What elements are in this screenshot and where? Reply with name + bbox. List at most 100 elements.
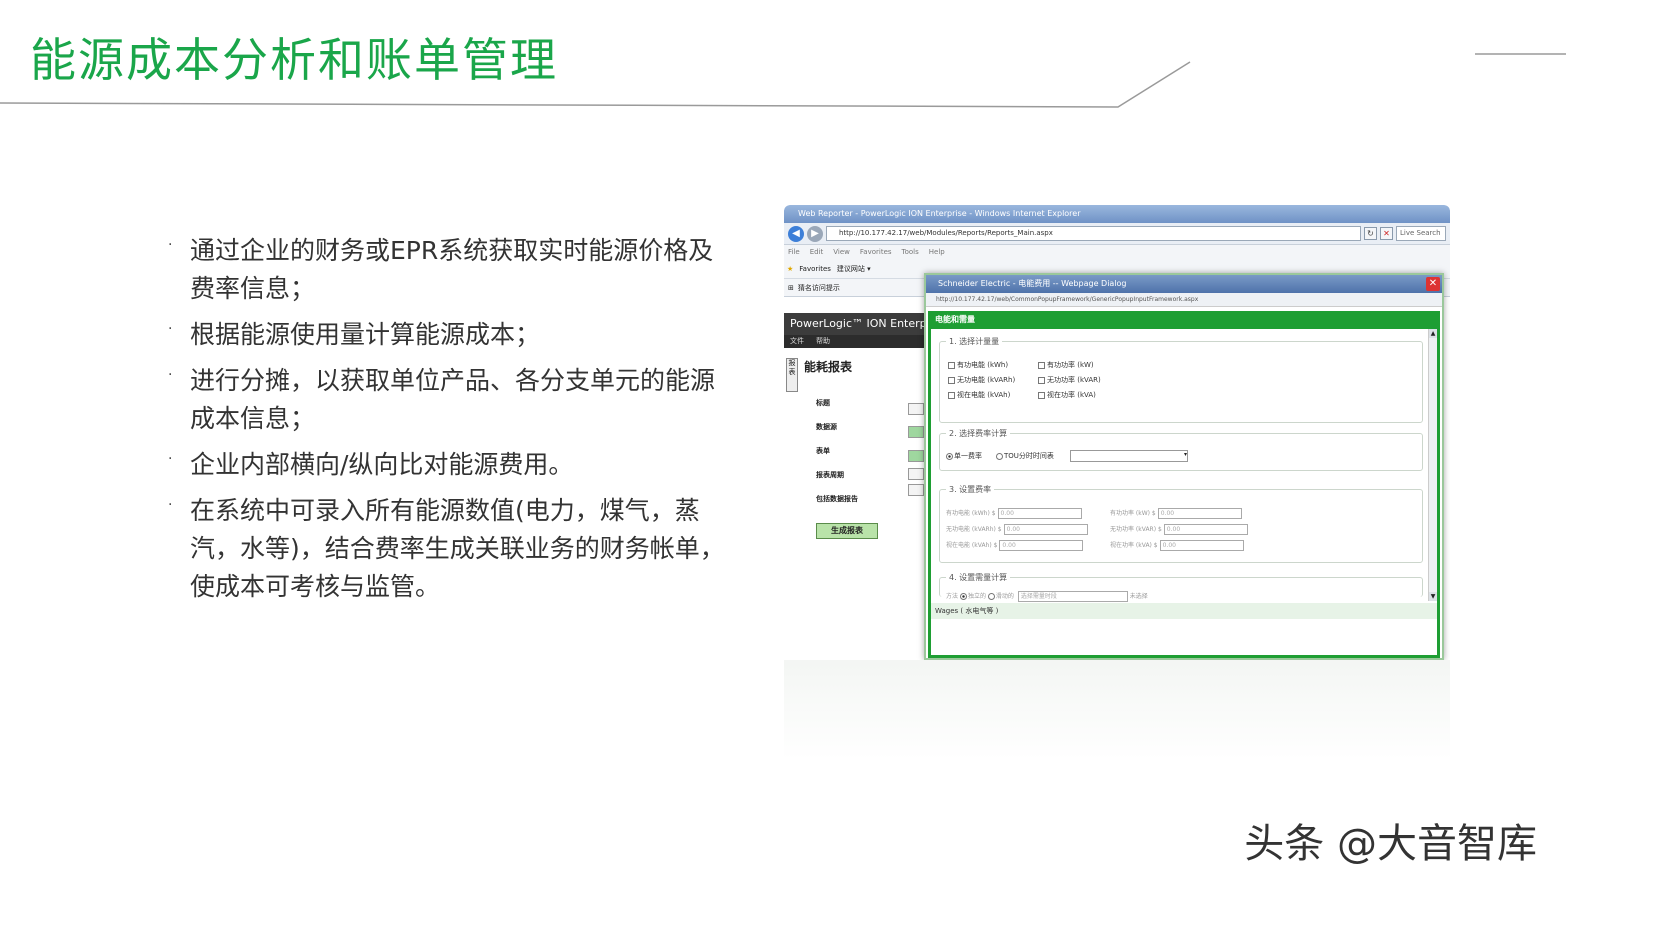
favorites-button[interactable]: Favorites (799, 265, 831, 273)
dialog-url: http://10.177.42.17/web/CommonPopupFrame… (926, 293, 1442, 307)
bullet-item: · 在系统中可录入所有能源数值(电力，煤气，蒸汽，水等)，结合费率生成关联业务的财… (168, 492, 728, 606)
section-title: 3. 设置费率 (946, 484, 995, 495)
rate-row: 有功电能 (kWh) $0.00 (946, 508, 1082, 519)
field-control[interactable] (908, 426, 924, 438)
radio-single-rate[interactable]: 单一费率 (946, 451, 982, 461)
section-measurement: 1. 选择计量量 有功电能 (kWh) 无功电能 (kVARh) 视在电能 (k… (939, 336, 1423, 423)
rate-row: 无功电能 (kVARh) $0.00 (946, 524, 1088, 535)
dialog-title: Schneider Electric - 电能费用 -- Webpage Dia… (938, 279, 1127, 288)
app-menu-help[interactable]: 帮助 (816, 335, 830, 348)
star-icon[interactable]: ★ (787, 265, 793, 273)
section-title: 2. 选择费率计算 (946, 428, 1011, 439)
radio-sliding[interactable] (987, 593, 995, 600)
app-banner: PowerLogic™ ION Enterprise (784, 313, 929, 335)
radio-independent[interactable] (959, 593, 967, 600)
section-title: 1. 选择计量量 (946, 336, 1003, 347)
field-label: 报表周期 (816, 471, 844, 479)
field-label: 标题 (816, 399, 830, 407)
dialog-header: 电能和需量 (931, 311, 1437, 329)
report-title: 能耗报表 (804, 360, 853, 374)
rate-row: 无功功率 (kVAR) $0.00 (1110, 524, 1248, 535)
vertical-tab[interactable]: 报表 (786, 358, 798, 392)
rate-input[interactable]: 0.00 (1003, 524, 1088, 535)
refresh-icon[interactable]: ↻ (1364, 227, 1377, 240)
menu-edit[interactable]: Edit (810, 245, 824, 259)
dialog-footer: Wages ( 水电气等 ) (931, 603, 1437, 619)
dialog-scrollbar[interactable]: ▲ ▼ (1428, 329, 1437, 601)
bullet-marker: · (168, 367, 173, 383)
report-left-pane: 报表 能耗报表 标题 数据源 表单 报表周期 包括数据报告 生成报表 (784, 348, 929, 660)
section-set-rates: 3. 设置费率 有功电能 (kWh) $0.00 无功电能 (kVARh) $0… (939, 484, 1423, 563)
bullet-text: 企业内部横向/纵向比对能源费用。 (190, 450, 574, 479)
field-label: 数据源 (816, 423, 837, 431)
bullet-text: 进行分摊，以获取单位产品、各分支单元的能源成本信息； (190, 366, 716, 433)
checkbox-kvarh[interactable]: 无功电能 (kVARh) (948, 375, 1015, 385)
checkbox-kw[interactable]: 有功功率 (kW) (1038, 360, 1094, 370)
rate-row: 视在功率 (kVA) $0.00 (1110, 540, 1244, 551)
bullet-list: · 通过企业的财务或EPR系统获取实时能源价格及费率信息； · 根据能源使用量计算能… (168, 232, 728, 614)
rate-input[interactable]: 0.00 (999, 540, 1084, 551)
stop-icon[interactable]: ✕ (1380, 227, 1393, 240)
bullet-marker: · (168, 237, 173, 253)
browser-tab[interactable]: 猜名访问提示 (798, 283, 840, 293)
app-menu-file[interactable]: 文件 (790, 335, 804, 348)
section-title: 4. 设置需量计算 (946, 572, 1011, 583)
bullet-item: · 通过企业的财务或EPR系统获取实时能源价格及费率信息； (168, 232, 728, 308)
page-title: 能源成本分析和账单管理 (30, 33, 558, 87)
checkbox-kvar[interactable]: 无功功率 (kVAR) (1038, 375, 1101, 385)
checkbox-kwh[interactable]: 有功电能 (kWh) (948, 360, 1008, 370)
field-control[interactable] (908, 450, 924, 462)
live-search-input[interactable]: Live Search (1396, 226, 1446, 241)
method-row: 方法 独立的 滑动的 选择需量时段 未选择 (946, 591, 1148, 602)
tab-grid-icon[interactable]: ⊞ (788, 284, 794, 292)
rate-input[interactable]: 0.00 (1159, 540, 1244, 551)
section-rate-calc: 2. 选择费率计算 单一费率 TOU分时时间表 ▾ (939, 428, 1423, 471)
rate-input[interactable]: 0.00 (1163, 524, 1248, 535)
software-screenshot: Web Reporter - PowerLogic ION Enterprise… (784, 205, 1450, 660)
menu-help[interactable]: Help (929, 245, 945, 259)
menu-favorites[interactable]: Favorites (860, 245, 892, 259)
rate-input[interactable]: 0.00 (1157, 508, 1242, 519)
watermark: 头条 @大音智库 (1244, 821, 1537, 867)
scroll-down-icon[interactable]: ▼ (1429, 592, 1437, 601)
radio-tou[interactable]: TOU分时时间表 (996, 451, 1054, 461)
menu-tools[interactable]: Tools (902, 245, 919, 259)
dialog-title-bar: Schneider Electric - 电能费用 -- Webpage Dia… (926, 275, 1442, 293)
demand-status: 未选择 (1129, 593, 1148, 600)
scroll-up-icon[interactable]: ▲ (1429, 329, 1437, 338)
checkbox-kvah[interactable]: 视在电能 (kVAh) (948, 390, 1010, 400)
tou-select[interactable]: ▾ (1070, 450, 1188, 462)
browser-title-bar: Web Reporter - PowerLogic ION Enterprise… (784, 205, 1450, 223)
address-input[interactable]: http://10.177.42.17/web/Modules/Reports/… (826, 226, 1361, 241)
bullet-text: 在系统中可录入所有能源数值(电力，煤气，蒸汽，水等)，结合费率生成关联业务的财务… (190, 496, 725, 601)
forward-icon[interactable]: ▶ (807, 225, 823, 242)
menu-view[interactable]: View (833, 245, 850, 259)
browser-menu-bar: File Edit View Favorites Tools Help (784, 245, 1450, 259)
rate-input[interactable]: 0.00 (997, 508, 1082, 519)
dialog-body: 电能和需量 ▲ ▼ 1. 选择计量量 有功电能 (kWh) 无功电能 (kVAR… (928, 311, 1440, 658)
field-label: 表单 (816, 447, 830, 455)
rate-row: 视在电能 (kVAh) $0.00 (946, 540, 1084, 551)
generate-report-button[interactable]: 生成报表 (816, 523, 878, 539)
report-fields: 标题 数据源 表单 报表周期 包括数据报告 (816, 398, 858, 518)
app-menu: 文件 帮助 (784, 335, 929, 348)
checkbox-kva[interactable]: 视在功率 (kVA) (1038, 390, 1096, 400)
energy-cost-dialog: Schneider Electric - 电能费用 -- Webpage Dia… (924, 273, 1444, 660)
close-icon[interactable]: ✕ (1426, 277, 1440, 291)
back-icon[interactable]: ◀ (788, 225, 804, 242)
field-control[interactable] (908, 468, 924, 480)
chevron-down-icon: ▾ (1183, 451, 1187, 458)
bullet-text: 通过企业的财务或EPR系统获取实时能源价格及费率信息； (190, 236, 714, 303)
bullet-item: · 根据能源使用量计算能源成本； (168, 316, 728, 354)
demand-period-input[interactable]: 选择需量时段 (1017, 591, 1128, 602)
bullet-item: · 进行分摊，以获取单位产品、各分支单元的能源成本信息； (168, 362, 728, 438)
suggested-sites[interactable]: 建议网站 ▾ (837, 264, 871, 274)
section-demand: 4. 设置需量计算 方法 独立的 滑动的 选择需量时段 未选择 (939, 572, 1423, 602)
rate-row: 有功功率 (kW) $0.00 (1110, 508, 1242, 519)
field-control[interactable] (908, 484, 924, 496)
browser-address-bar: ◀ ▶ http://10.177.42.17/web/Modules/Repo… (784, 223, 1450, 245)
menu-file[interactable]: File (788, 245, 800, 259)
field-control[interactable] (908, 403, 924, 415)
screenshot-reflection (784, 660, 1450, 760)
field-label: 包括数据报告 (816, 495, 858, 503)
